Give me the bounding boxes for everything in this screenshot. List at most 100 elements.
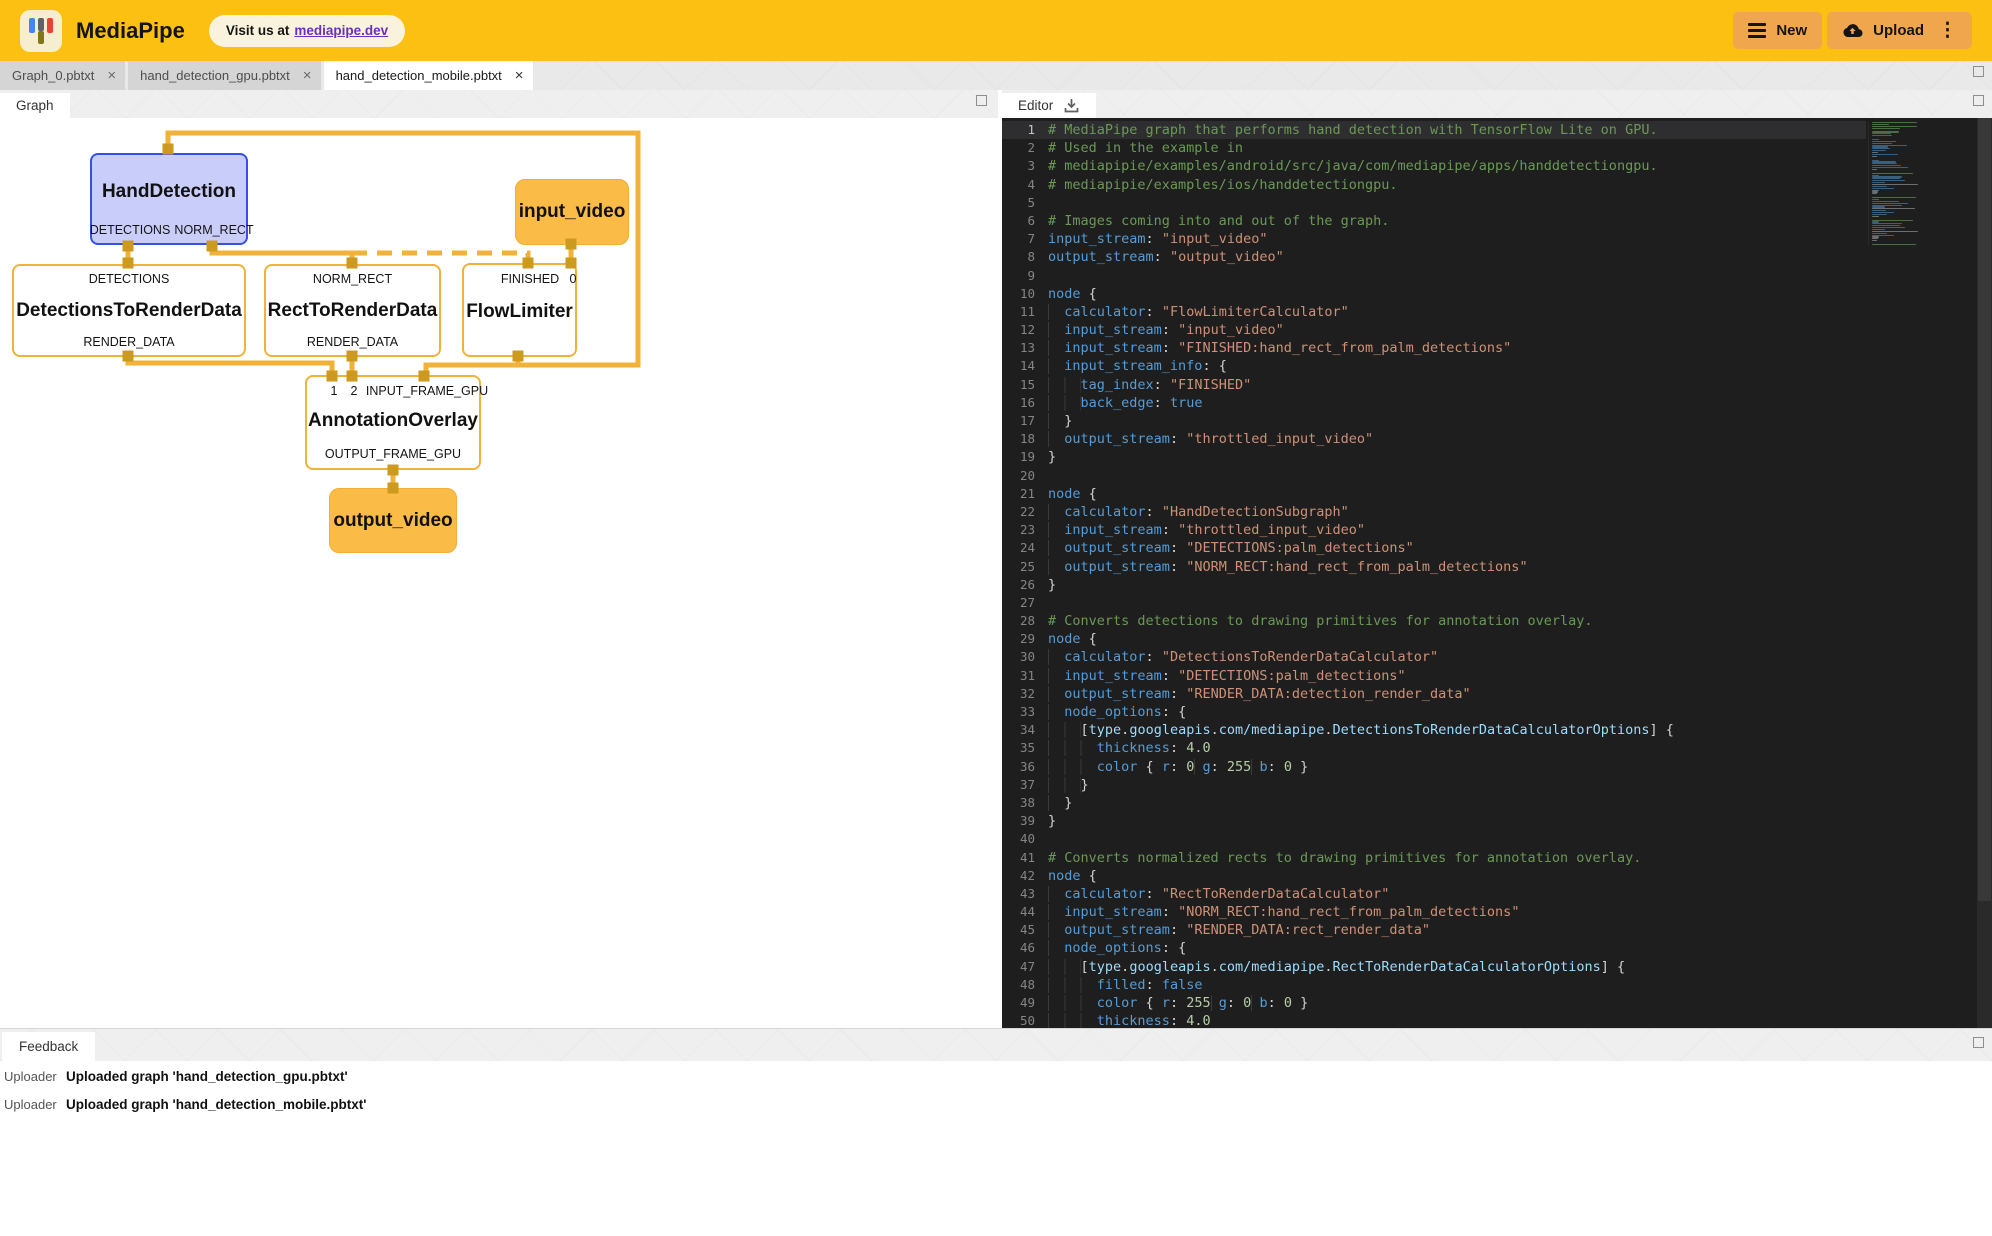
code-line: 5 bbox=[1002, 194, 1866, 212]
feedback-source: Uploader bbox=[4, 1069, 66, 1084]
code-line: 28# Converts detections to drawing primi… bbox=[1002, 612, 1866, 630]
graph-panel-header: Graph bbox=[0, 90, 998, 118]
code-line: 12 input_stream: "input_video" bbox=[1002, 321, 1866, 339]
code-line: 25 output_stream: "NORM_RECT:hand_rect_f… bbox=[1002, 558, 1866, 576]
line-number: 18 bbox=[1002, 430, 1048, 448]
close-tab-icon[interactable]: × bbox=[107, 68, 116, 83]
line-number: 30 bbox=[1002, 648, 1048, 666]
new-button[interactable]: New bbox=[1733, 12, 1822, 49]
code-line: 6# Images coming into and out of the gra… bbox=[1002, 212, 1866, 230]
line-number: 29 bbox=[1002, 630, 1048, 648]
graph-node-output-video[interactable]: output_video bbox=[329, 488, 457, 553]
line-number: 43 bbox=[1002, 885, 1048, 903]
new-button-label: New bbox=[1776, 22, 1807, 39]
tab-editor[interactable]: Editor bbox=[1002, 93, 1096, 118]
graph-canvas[interactable]: HandDetection DETECTIONS NORM_RECT input… bbox=[0, 118, 998, 1028]
code-line: 15 tag_index: "FINISHED" bbox=[1002, 376, 1866, 394]
line-number: 10 bbox=[1002, 285, 1048, 303]
code-editor[interactable]: 1# MediaPipe graph that performs hand de… bbox=[1002, 118, 1992, 1028]
code-line: 40 bbox=[1002, 830, 1866, 848]
file-tab-label: Graph_0.pbtxt bbox=[12, 68, 94, 83]
line-number: 41 bbox=[1002, 849, 1048, 867]
feedback-row: UploaderUploaded graph 'hand_detection_m… bbox=[0, 1090, 1992, 1118]
line-number: 31 bbox=[1002, 667, 1048, 685]
port-label-norm-rect: NORM_RECT bbox=[174, 223, 253, 237]
tab-feedback[interactable]: Feedback bbox=[2, 1032, 95, 1061]
code-line: 30 calculator: "DetectionsToRenderDataCa… bbox=[1002, 648, 1866, 666]
code-line: 4# mediapipie/examples/ios/handdetection… bbox=[1002, 176, 1866, 194]
line-number: 28 bbox=[1002, 612, 1048, 630]
line-number: 45 bbox=[1002, 921, 1048, 939]
line-number: 2 bbox=[1002, 139, 1048, 157]
cloud-upload-icon bbox=[1842, 23, 1863, 39]
code-line: 21node { bbox=[1002, 485, 1866, 503]
graph-edges bbox=[0, 118, 998, 1028]
code-line: 50 thickness: 4.0 bbox=[1002, 1012, 1866, 1028]
close-tab-icon[interactable]: × bbox=[303, 68, 312, 83]
code-line: 3# mediapipie/examples/android/src/java/… bbox=[1002, 157, 1866, 175]
code-line: 48 filled: false bbox=[1002, 976, 1866, 994]
popout-window-icon[interactable] bbox=[1973, 66, 1984, 77]
expand-editor-panel-icon[interactable] bbox=[1973, 95, 1984, 106]
code-line: 44 input_stream: "NORM_RECT:hand_rect_fr… bbox=[1002, 903, 1866, 921]
file-tab-hand_detection_gpu.pbtxt[interactable]: hand_detection_gpu.pbtxt× bbox=[128, 61, 320, 90]
line-number: 36 bbox=[1002, 758, 1048, 776]
line-number: 27 bbox=[1002, 594, 1048, 612]
line-number: 21 bbox=[1002, 485, 1048, 503]
line-number: 40 bbox=[1002, 830, 1048, 848]
line-number: 9 bbox=[1002, 267, 1048, 285]
line-number: 35 bbox=[1002, 739, 1048, 757]
line-number: 19 bbox=[1002, 448, 1048, 466]
visit-us-text: Visit us at bbox=[226, 23, 290, 38]
code-line: 29node { bbox=[1002, 630, 1866, 648]
line-number: 7 bbox=[1002, 230, 1048, 248]
code-line: 20 bbox=[1002, 467, 1866, 485]
line-number: 22 bbox=[1002, 503, 1048, 521]
code-line: 43 calculator: "RectToRenderDataCalculat… bbox=[1002, 885, 1866, 903]
expand-graph-panel-icon[interactable] bbox=[976, 95, 987, 106]
line-number: 38 bbox=[1002, 794, 1048, 812]
code-line: 23 input_stream: "throttled_input_video" bbox=[1002, 521, 1866, 539]
close-tab-icon[interactable]: × bbox=[515, 68, 524, 83]
line-number: 25 bbox=[1002, 558, 1048, 576]
line-number: 14 bbox=[1002, 357, 1048, 375]
line-number: 8 bbox=[1002, 248, 1048, 266]
more-options-icon[interactable]: ⋮ bbox=[1938, 19, 1957, 42]
editor-scrollbar[interactable] bbox=[1977, 118, 1992, 1028]
code-line: 45 output_stream: "RENDER_DATA:rect_rend… bbox=[1002, 921, 1866, 939]
editor-minimap[interactable] bbox=[1868, 122, 1974, 246]
graph-node-handdetection[interactable]: HandDetection DETECTIONS NORM_RECT bbox=[90, 153, 248, 245]
graph-node-annotationoverlay[interactable]: 1 2 INPUT_FRAME_GPU AnnotationOverlay OU… bbox=[305, 375, 481, 470]
code-line: 47 [type.googleapis.com/mediapipe.RectTo… bbox=[1002, 958, 1866, 976]
file-tab-Graph_0.pbtxt[interactable]: Graph_0.pbtxt × bbox=[0, 61, 125, 90]
code-line: 42node { bbox=[1002, 867, 1866, 885]
download-icon[interactable] bbox=[1063, 97, 1080, 114]
line-number: 44 bbox=[1002, 903, 1048, 921]
line-number: 37 bbox=[1002, 776, 1048, 794]
line-number: 4 bbox=[1002, 176, 1048, 194]
upload-button[interactable]: Upload ⋮ bbox=[1827, 12, 1972, 49]
code-lines[interactable]: 1# MediaPipe graph that performs hand de… bbox=[1002, 121, 1866, 1028]
graph-node-recttorenderdata[interactable]: NORM_RECT RectToRenderData RENDER_DATA bbox=[264, 264, 441, 357]
line-number: 32 bbox=[1002, 685, 1048, 703]
upload-button-label: Upload bbox=[1873, 22, 1924, 39]
expand-feedback-panel-icon[interactable] bbox=[1973, 1037, 1984, 1048]
code-line: 14 input_stream_info: { bbox=[1002, 357, 1866, 375]
graph-node-detectionstorenderdata[interactable]: DETECTIONS DetectionsToRenderData RENDER… bbox=[12, 264, 246, 357]
editor-panel-header: Editor bbox=[1002, 90, 1992, 118]
mediapipe-dev-link[interactable]: mediapipe.dev bbox=[294, 23, 388, 38]
file-tab-strip: Graph_0.pbtxt×hand_detection_gpu.pbtxt×h… bbox=[0, 61, 1992, 90]
graph-node-flowlimiter[interactable]: FINISHED 0 FlowLimiter bbox=[462, 263, 577, 357]
code-line: 10node { bbox=[1002, 285, 1866, 303]
line-number: 34 bbox=[1002, 721, 1048, 739]
feedback-message: Uploaded graph 'hand_detection_gpu.pbtxt… bbox=[66, 1069, 348, 1084]
code-line: 35 thickness: 4.0 bbox=[1002, 739, 1866, 757]
mediapipe-logo-icon bbox=[20, 10, 62, 52]
tab-graph[interactable]: Graph bbox=[0, 93, 70, 118]
code-line: 13 input_stream: "FINISHED:hand_rect_fro… bbox=[1002, 339, 1866, 357]
graph-node-input-video[interactable]: input_video bbox=[515, 179, 629, 245]
file-tab-hand_detection_mobile.pbtxt[interactable]: hand_detection_mobile.pbtxt× bbox=[324, 61, 533, 90]
code-line: 38 } bbox=[1002, 794, 1866, 812]
feedback-row: UploaderUploaded graph 'hand_detection_g… bbox=[0, 1062, 1992, 1090]
line-number: 16 bbox=[1002, 394, 1048, 412]
